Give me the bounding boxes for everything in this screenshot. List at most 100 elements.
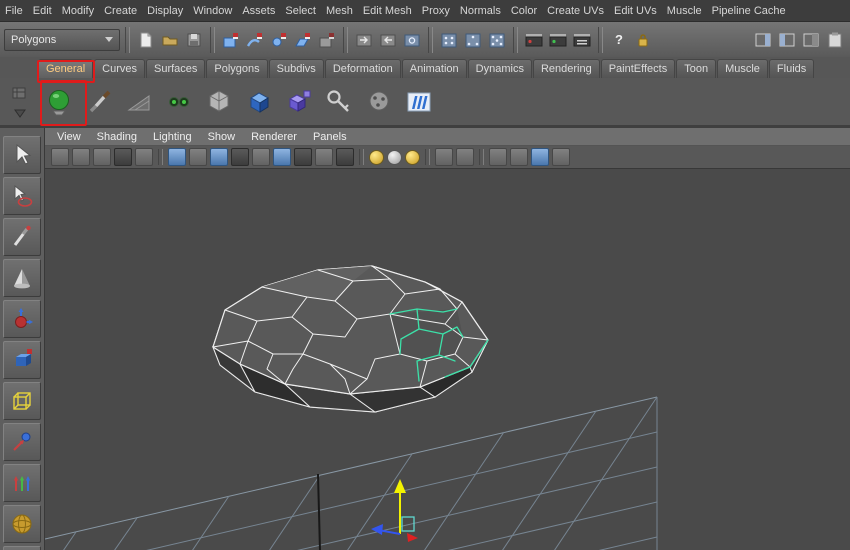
snap-to-grid-icon[interactable]	[220, 29, 242, 51]
single-pane-icon[interactable]	[510, 148, 528, 166]
keyboard-lock-icon[interactable]	[632, 29, 654, 51]
polygon-cube-shelf-icon[interactable]	[240, 83, 278, 121]
menu-window[interactable]: Window	[188, 5, 237, 17]
wireframe-mode-icon[interactable]	[315, 148, 333, 166]
default-material-icon[interactable]	[387, 149, 402, 165]
four-pane-icon[interactable]	[531, 148, 549, 166]
construction-history-toggle-icon[interactable]	[401, 29, 423, 51]
viewport-perspective[interactable]	[45, 169, 850, 550]
help-line-icon[interactable]: ?	[608, 29, 630, 51]
maya-logo-shelf-icon[interactable]	[400, 83, 438, 121]
make-live-icon[interactable]	[316, 29, 338, 51]
sidebar-channel-box-icon[interactable]	[800, 29, 822, 51]
share-view-icon[interactable]	[552, 148, 570, 166]
menu-edit-uvs[interactable]: Edit UVs	[609, 5, 662, 17]
soft-modification-tool-button[interactable]	[3, 259, 41, 297]
panel-menu-lighting[interactable]: Lighting	[145, 131, 200, 143]
show-manipulator-tool-button[interactable]	[3, 423, 41, 461]
paint-select-tool-button[interactable]	[3, 218, 41, 256]
symmetry-x-icon[interactable]	[438, 29, 460, 51]
snap-to-curve-icon[interactable]	[244, 29, 266, 51]
menu-file[interactable]: File	[0, 5, 28, 17]
select-camera-icon[interactable]	[51, 148, 69, 166]
snap-to-view-plane-icon[interactable]	[292, 29, 314, 51]
field-chart-icon[interactable]	[252, 148, 270, 166]
menu-normals[interactable]: Normals	[455, 5, 506, 17]
shelf-tab-fluids[interactable]: Fluids	[768, 59, 815, 78]
film-gate-icon[interactable]	[189, 148, 207, 166]
ramp-plane-shelf-icon[interactable]	[120, 83, 158, 121]
symmetry-z-icon[interactable]	[486, 29, 508, 51]
menu-display[interactable]: Display	[142, 5, 188, 17]
textured-ball-icon[interactable]	[405, 149, 420, 165]
wire-sphere-shelf-icon[interactable]	[360, 83, 398, 121]
construction-history-input-icon[interactable]	[353, 29, 375, 51]
lasso-select-tool-button[interactable]	[3, 177, 41, 215]
shelf-tab-dynamics[interactable]: Dynamics	[467, 59, 532, 78]
shelf-tab-rendering[interactable]: Rendering	[532, 59, 600, 78]
menu-edit-mesh[interactable]: Edit Mesh	[358, 5, 417, 17]
sphere-primitive-shelf-icon[interactable]	[40, 83, 78, 121]
shelf-tab-animation[interactable]: Animation	[401, 59, 467, 78]
snap-to-point-icon[interactable]	[268, 29, 290, 51]
menu-modify[interactable]: Modify	[57, 5, 99, 17]
menu-mesh[interactable]: Mesh	[321, 5, 358, 17]
joint-xray-icon[interactable]	[456, 148, 474, 166]
shelf-tab-subdivs[interactable]: Subdivs	[268, 59, 324, 78]
gate-mask-icon[interactable]	[231, 148, 249, 166]
menu-create[interactable]: Create	[99, 5, 142, 17]
duplicate-eyes-shelf-icon[interactable]	[160, 83, 198, 121]
shelf-tab-muscle[interactable]: Muscle	[717, 59, 768, 78]
symmetry-y-icon[interactable]	[462, 29, 484, 51]
menu-muscle[interactable]: Muscle	[662, 5, 707, 17]
shelf-tab-curves[interactable]: Curves	[94, 59, 145, 78]
menu-proxy[interactable]: Proxy	[417, 5, 455, 17]
shelf-tab-painteffects[interactable]: PaintEffects	[600, 59, 676, 78]
construction-history-output-icon[interactable]	[377, 29, 399, 51]
menu-color[interactable]: Color	[506, 5, 542, 17]
camera-attributes-icon[interactable]	[93, 148, 111, 166]
xray-mode-icon[interactable]	[435, 148, 453, 166]
screwdriver-shelf-icon[interactable]	[80, 83, 118, 121]
image-plane-icon[interactable]	[135, 148, 153, 166]
use-all-lights-icon[interactable]	[369, 149, 384, 165]
menu-assets[interactable]: Assets	[237, 5, 280, 17]
save-scene-icon[interactable]	[183, 29, 205, 51]
resolution-gate-icon[interactable]	[210, 148, 228, 166]
shelf-tab-toon[interactable]: Toon	[676, 59, 717, 78]
clipboard-icon[interactable]	[824, 29, 846, 51]
bookmarks-icon[interactable]	[114, 148, 132, 166]
menu-create-uvs[interactable]: Create UVs	[542, 5, 609, 17]
sidebar-tool-settings-icon[interactable]	[776, 29, 798, 51]
new-scene-icon[interactable]	[135, 29, 157, 51]
shelf-tab-surfaces[interactable]: Surfaces	[145, 59, 206, 78]
shelf-tab-general[interactable]: General	[38, 59, 94, 78]
lock-camera-icon[interactable]	[72, 148, 90, 166]
universal-manipulator-tool-button[interactable]	[3, 382, 41, 420]
render-settings-icon[interactable]	[571, 29, 593, 51]
key-tool-shelf-icon[interactable]	[320, 83, 358, 121]
subdiv-cube-shelf-icon[interactable]	[280, 83, 318, 121]
isolate-select-icon[interactable]	[489, 148, 507, 166]
panel-menu-renderer[interactable]: Renderer	[243, 131, 305, 143]
panel-menu-shading[interactable]: Shading	[89, 131, 145, 143]
render-current-frame-icon[interactable]	[523, 29, 545, 51]
shelf-tab-polygons[interactable]: Polygons	[206, 59, 268, 78]
sidebar-attribute-editor-icon[interactable]	[752, 29, 774, 51]
selection-mode-dropdown[interactable]: Polygons	[4, 28, 120, 51]
ipr-render-icon[interactable]	[547, 29, 569, 51]
panel-menu-show[interactable]: Show	[200, 131, 244, 143]
grid-display-icon[interactable]	[168, 148, 186, 166]
last-tool-used-button[interactable]	[3, 464, 41, 502]
select-tool-button[interactable]	[3, 136, 41, 174]
panel-menu-view[interactable]: View	[49, 131, 89, 143]
open-scene-icon[interactable]	[159, 29, 181, 51]
polyhedron-shelf-icon[interactable]	[200, 83, 238, 121]
safe-action-icon[interactable]	[273, 148, 291, 166]
pane-layout-button[interactable]	[3, 546, 41, 550]
panel-menu-panels[interactable]: Panels	[305, 131, 355, 143]
menu-pipeline-cache[interactable]: Pipeline Cache	[707, 5, 791, 17]
shaded-mode-icon[interactable]	[336, 148, 354, 166]
globe-tool-button[interactable]	[3, 505, 41, 543]
menu-select[interactable]: Select	[280, 5, 321, 17]
